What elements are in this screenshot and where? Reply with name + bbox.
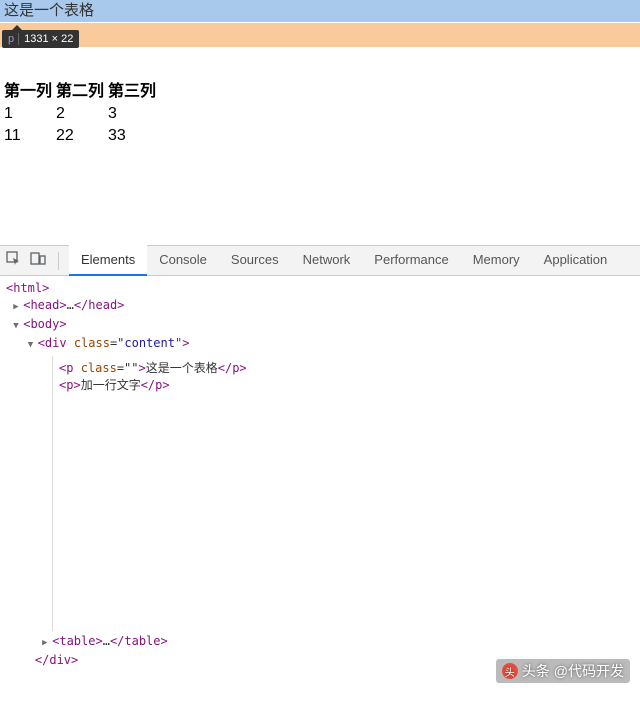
- dom-text: =": [110, 336, 124, 350]
- dom-node[interactable]: </head>: [74, 298, 125, 312]
- table-cell: 22: [56, 125, 108, 147]
- tab-sources[interactable]: Sources: [219, 245, 291, 276]
- dom-children-box: <p class="">这是一个表格</p> <p>加一行文字</p>: [52, 356, 634, 631]
- inspected-element-highlight: 这是一个表格: [0, 0, 640, 22]
- devtools-panel: Elements Console Sources Network Perform…: [0, 245, 640, 673]
- dom-attr-value: content: [124, 336, 175, 350]
- watermark-prefix: 头条: [522, 661, 550, 681]
- device-toolbar-icon[interactable]: [30, 251, 46, 270]
- table-header: 第三列: [108, 75, 160, 103]
- tab-console[interactable]: Console: [147, 245, 219, 276]
- tab-network[interactable]: Network: [291, 245, 363, 276]
- dom-node[interactable]: </p>: [218, 361, 247, 375]
- tab-memory[interactable]: Memory: [461, 245, 532, 276]
- dom-node[interactable]: <div: [38, 336, 74, 350]
- inspect-icon[interactable]: [6, 251, 22, 270]
- table-header: 第二列: [56, 75, 108, 103]
- table-cell: 1: [4, 103, 56, 125]
- margin-highlight: [0, 23, 640, 47]
- ellipsis: …: [67, 298, 74, 312]
- dom-node[interactable]: </div>: [35, 653, 78, 667]
- tab-performance[interactable]: Performance: [362, 245, 460, 276]
- table-cell: 33: [108, 125, 160, 147]
- tab-application[interactable]: Application: [532, 245, 620, 276]
- expand-icon[interactable]: ▶: [42, 635, 52, 652]
- watermark-icon: 头: [502, 663, 518, 679]
- watermark: 头 头条 @代码开发: [496, 659, 630, 683]
- tooltip-element-tag: p: [8, 33, 14, 45]
- ellipsis: …: [103, 634, 110, 648]
- dom-text: ="": [117, 361, 139, 375]
- table-cell: 2: [56, 103, 108, 125]
- element-tooltip: p 1331 × 22: [2, 30, 79, 48]
- dom-text: 这是一个表格: [146, 361, 218, 375]
- dom-text: ">: [175, 336, 189, 350]
- dom-attr-name: class: [81, 361, 117, 375]
- dom-node[interactable]: <body>: [23, 317, 66, 331]
- dom-node[interactable]: </table>: [110, 634, 168, 648]
- dom-node[interactable]: <p: [59, 361, 81, 375]
- collapse-icon[interactable]: ▼: [28, 337, 38, 354]
- tab-elements[interactable]: Elements: [69, 245, 147, 276]
- devtools-toolbar: Elements Console Sources Network Perform…: [0, 246, 640, 276]
- dom-node[interactable]: <p>: [59, 378, 81, 392]
- collapse-icon[interactable]: ▼: [13, 318, 23, 335]
- tooltip-dimensions: 1331 × 22: [18, 33, 73, 45]
- dom-text: >: [139, 361, 146, 375]
- dom-text: 加一行文字: [81, 378, 141, 392]
- content-table: 第一列 第二列 第三列 1 2 3 11 22 33: [4, 75, 160, 147]
- table-row: 1 2 3: [4, 103, 160, 125]
- table-row: 11 22 33: [4, 125, 160, 147]
- table-cell: 3: [108, 103, 160, 125]
- dom-node[interactable]: </p>: [141, 378, 170, 392]
- watermark-text: @代码开发: [554, 661, 624, 681]
- dom-node[interactable]: <head>: [23, 298, 66, 312]
- devtools-tabs: Elements Console Sources Network Perform…: [69, 245, 619, 276]
- expand-icon[interactable]: ▶: [13, 299, 23, 316]
- toolbar-separator: [58, 252, 59, 270]
- table-cell: 11: [4, 125, 56, 147]
- dom-node[interactable]: <html>: [6, 281, 49, 295]
- dom-node[interactable]: <table>: [52, 634, 103, 648]
- dom-attr-name: class: [74, 336, 110, 350]
- table-header: 第一列: [4, 75, 56, 103]
- elements-tree[interactable]: <html> ▶<head>…</head> ▼<body> ▼<div cla…: [0, 276, 640, 673]
